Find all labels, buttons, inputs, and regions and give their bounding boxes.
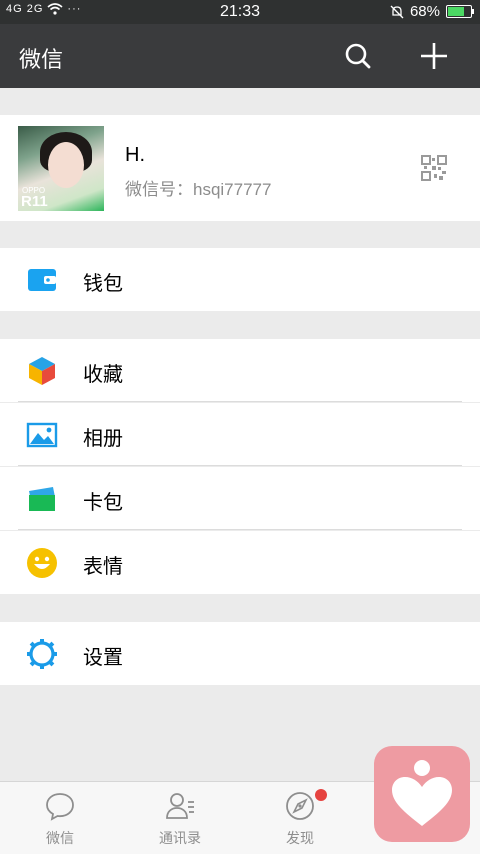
smiley-icon [27, 548, 57, 578]
card-wallet-icon [29, 487, 55, 511]
avatar-watermark-model: R11 [21, 193, 48, 210]
tab-label: 通讯录 [159, 830, 201, 846]
battery-fill [448, 7, 465, 16]
menu-item-cards[interactable]: 卡包 [0, 467, 480, 530]
menu-item-favorites[interactable]: 收藏 [0, 339, 480, 402]
floating-app-button[interactable] [374, 746, 470, 842]
divider [18, 529, 462, 530]
gear-icon [27, 639, 57, 669]
favorites-cube-icon [29, 357, 55, 385]
search-icon[interactable] [341, 39, 375, 73]
tab-contacts[interactable]: 通讯录 [120, 782, 240, 854]
wechat-id: 微信号：hsqi77777 [125, 180, 272, 199]
notification-badge [315, 789, 327, 801]
contacts-icon [166, 793, 194, 819]
app-header: 微信 [0, 24, 480, 88]
page-title: 微信 [19, 47, 64, 72]
avatar[interactable]: OPPO R11 [18, 126, 104, 211]
battery-icon [446, 5, 474, 18]
menu-item-stickers[interactable]: 表情 [0, 531, 480, 594]
menu-item-label: 设置 [83, 647, 123, 669]
plus-icon[interactable] [417, 39, 451, 73]
menu-item-label: 相册 [83, 428, 123, 450]
qr-code-icon[interactable] [421, 155, 447, 181]
status-right: 68% [390, 3, 474, 20]
menu-item-label: 钱包 [83, 273, 123, 295]
tab-label: 微信 [46, 830, 74, 846]
divider [18, 401, 462, 402]
menu-item-settings[interactable]: 设置 [0, 622, 480, 685]
tab-chats[interactable]: 微信 [0, 782, 120, 854]
profile-card[interactable]: OPPO R11 H. 微信号：hsqi77777 [0, 115, 480, 221]
menu-item-label: 表情 [83, 556, 123, 578]
profile-name: H. [125, 144, 145, 166]
compass-icon [286, 792, 314, 820]
menu-item-label: 卡包 [83, 492, 123, 514]
menu-item-label: 收藏 [83, 364, 123, 386]
divider [18, 465, 462, 466]
menu-item-wallet[interactable]: 钱包 [0, 248, 480, 311]
heart-person-icon [392, 760, 452, 826]
album-icon [26, 422, 58, 448]
status-bar: 4G 2G ··· 21:33 68% [0, 0, 480, 24]
tab-discover[interactable]: 发现 [240, 782, 360, 854]
menu-item-album[interactable]: 相册 [0, 403, 480, 466]
tab-label: 发现 [286, 830, 314, 846]
chat-icon [46, 793, 74, 821]
mute-bell-icon [390, 5, 404, 18]
wallet-icon [28, 269, 56, 291]
battery-percent: 68% [409, 3, 440, 20]
